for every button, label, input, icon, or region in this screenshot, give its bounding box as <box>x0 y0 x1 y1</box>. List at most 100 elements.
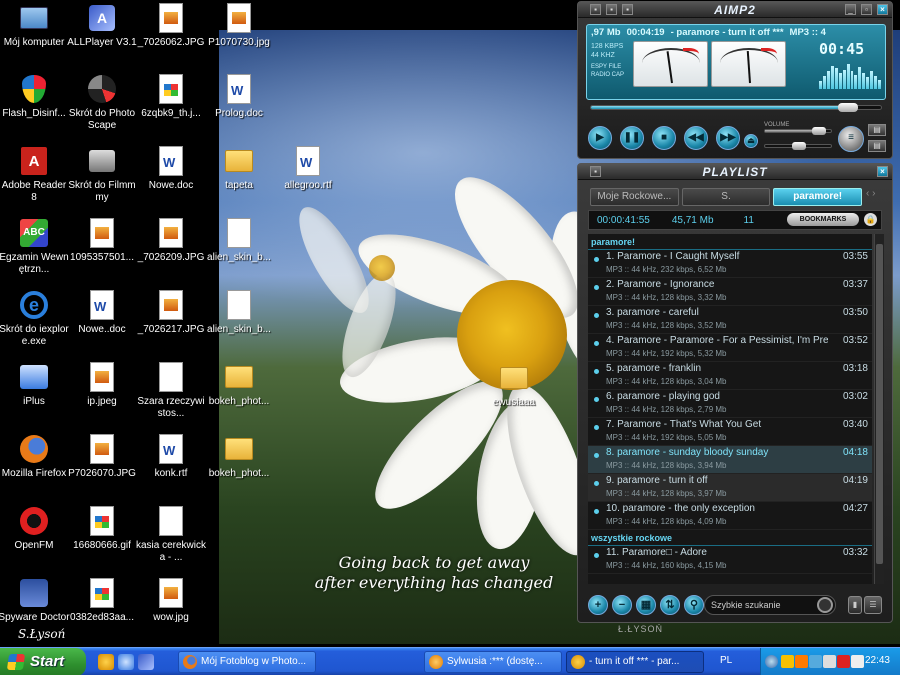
volume-icon[interactable] <box>851 655 864 668</box>
equalizer-icon[interactable]: ≡ <box>838 126 864 152</box>
add-files-button[interactable]: + <box>588 595 608 615</box>
list-view-icon[interactable]: ☰ <box>864 596 882 614</box>
desktop-icon-folder[interactable]: tapeta <box>203 145 275 192</box>
playlist-scrollbar[interactable] <box>874 234 884 584</box>
play-button[interactable]: ▶ <box>588 126 612 150</box>
playlist-track[interactable]: 8. paramore - sunday bloody sunday MP3 ::… <box>588 446 872 474</box>
menu-toggle-icon[interactable]: ▤ <box>868 140 886 152</box>
desktop-icon-file[interactable]: kasia cerekwicka - ... <box>135 505 207 564</box>
desktop-icon-file[interactable]: ip.jpeg <box>66 361 138 408</box>
tab-moje-rockowe[interactable]: Moje Rockowe... <box>590 188 679 206</box>
desktop-icon-iplus[interactable]: iPlus <box>0 361 70 408</box>
desktop-icon-filmmmy[interactable]: Skrót do Filmmmy <box>66 145 138 204</box>
aimp-titlebar[interactable]: ▪ ▪ ▪ AIMP2 _ ▫ × <box>578 2 892 18</box>
desktop-icon-iexplore[interactable]: e Skrót do iexplore.exe <box>0 289 70 348</box>
bookmarks-button[interactable]: BOOKMARKS <box>787 213 859 226</box>
desktop-icon-file[interactable]: alien_skin_b... <box>203 289 275 336</box>
time-display[interactable]: 00:45 <box>819 40 864 58</box>
desktop-icon-allplayer[interactable]: A ALLPlayer V3.1 <box>66 2 138 49</box>
desktop-icon-file[interactable]: _7026209.JPG <box>135 217 207 264</box>
tab-s[interactable]: S. <box>681 188 771 206</box>
task-firefox[interactable]: Mój Fotoblog w Photo... <box>178 651 316 673</box>
next-button[interactable]: ▶▶ <box>716 126 740 150</box>
language-indicator[interactable]: PL <box>720 655 732 666</box>
playlist-track[interactable]: 10. paramore - the only exception MP3 :: … <box>588 502 872 530</box>
minimize-to-tray-icon[interactable]: ▪ <box>606 4 617 15</box>
playlist-list[interactable]: paramore! 1. Paramore - I Caught Myself MP… <box>588 234 872 584</box>
desktop-icon-my-computer[interactable]: Mój komputer <box>0 2 70 49</box>
playlist-track[interactable]: 6. paramore - playing god MP3 :: 44 kHz, … <box>588 390 872 418</box>
desktop-icon-adobe-reader[interactable]: A Adobe Reader 8 <box>0 145 70 204</box>
balance-slider[interactable] <box>764 142 832 150</box>
desktop-icon-file[interactable]: 16680666.gif <box>66 505 138 552</box>
eject-button[interactable]: ⏏ <box>744 134 758 148</box>
tray-messenger-icon[interactable] <box>781 655 794 668</box>
previous-button[interactable]: ◀◀ <box>684 126 708 150</box>
playlist-track[interactable]: 9. paramore - turn it off MP3 :: 44 kHz, … <box>588 474 872 502</box>
tray-device-icon[interactable] <box>823 655 836 668</box>
desktop-icon-file[interactable]: Szara rzeczywistos... <box>135 361 207 420</box>
playlist-track[interactable]: 1. Paramore - I Caught Myself MP3 :: 44 k… <box>588 250 872 278</box>
sort-button[interactable]: ⇅ <box>660 595 680 615</box>
menu-icon[interactable]: ▪ <box>590 4 601 15</box>
remove-files-button[interactable]: − <box>612 595 632 615</box>
desktop-icon-egzamin[interactable]: ABC Egzamin Wewnętrzn... <box>0 217 70 276</box>
desktop-icon-file[interactable]: Prolog.doc <box>203 73 275 120</box>
playlist-track[interactable]: 2. Paramore - Ignorance MP3 :: 44 kHz, 12… <box>588 278 872 306</box>
tray-player-icon[interactable] <box>795 655 808 668</box>
tab-paramore[interactable]: paramore! <box>773 188 863 206</box>
playlist-track[interactable]: 4. Paramore - Paramore - For a Pessimist… <box>588 334 872 362</box>
desktop-icon-file[interactable]: _7026217.JPG <box>135 289 207 336</box>
desktop-icon-file[interactable]: Nowe..doc <box>66 289 138 336</box>
desktop-icon-file[interactable]: Nowe.doc <box>135 145 207 192</box>
desktop-icon-file[interactable]: P1070730.jpg <box>203 2 275 49</box>
playlist-track[interactable]: 5. paramore - franklin MP3 :: 44 kHz, 128… <box>588 362 872 390</box>
playlist-track[interactable]: 3. paramore - careful MP3 :: 44 kHz, 128 … <box>588 306 872 334</box>
minimize-icon[interactable]: _ <box>845 4 856 15</box>
task-aimp[interactable]: - turn it off *** - par... <box>566 651 704 673</box>
seek-bar[interactable] <box>590 103 882 112</box>
select-button[interactable]: ▦ <box>636 595 656 615</box>
desktop-icon-file[interactable]: wow.jpg <box>135 577 207 624</box>
playlist-titlebar[interactable]: ▪ PLAYLIST × <box>578 164 892 180</box>
desktop-icon-file[interactable]: _7026062.JPG <box>135 2 207 49</box>
quicklaunch-aimp-icon[interactable] <box>98 654 114 670</box>
search-icon[interactable] <box>817 597 833 613</box>
close-icon[interactable]: × <box>877 4 888 15</box>
playlist-group-header[interactable]: paramore! <box>588 234 872 250</box>
desktop-icon-file[interactable]: 6zqbk9_th.j... <box>135 73 207 120</box>
playlist-toggle-icon[interactable]: ▤ <box>868 124 886 136</box>
desktop-icon-openfm[interactable]: OpenFM <box>0 505 70 552</box>
desktop-icon-file[interactable]: alien_skin_b... <box>203 217 275 264</box>
playlist-group-header[interactable]: wszystkie rockowe <box>588 530 872 546</box>
desktop-icon-photoscape[interactable]: Skrót do PhotoScape <box>66 73 138 132</box>
volume-slider[interactable] <box>764 127 832 135</box>
desktop-icon-spyware-doctor[interactable]: Spyware Doctor <box>0 577 70 624</box>
quicklaunch-allplayer-icon[interactable] <box>118 654 134 670</box>
collapse-icon[interactable]: ▫ <box>861 4 872 15</box>
playlist-menu-icon[interactable]: ▪ <box>590 166 601 177</box>
desktop-icon-file[interactable]: P7026070.JPG <box>66 433 138 480</box>
pause-button[interactable]: ❚❚ <box>620 126 644 150</box>
tray-antivirus-icon[interactable] <box>837 655 850 668</box>
desktop-icon-flash-disinfector[interactable]: Flash_Disinf... <box>0 73 70 120</box>
lock-icon[interactable]: 🔒 <box>864 213 877 226</box>
desktop-icon-firefox[interactable]: Mozilla Firefox <box>0 433 70 480</box>
close-icon[interactable]: × <box>877 166 888 177</box>
desktop-icon-file[interactable]: allegroo.rtf <box>272 145 344 192</box>
balance-knob[interactable] <box>792 142 806 150</box>
desktop-icon-file[interactable]: konk.rtf <box>135 433 207 480</box>
task-im[interactable]: Sylwusia :*** (dostę... <box>424 651 562 673</box>
stop-button[interactable]: ■ <box>652 126 676 150</box>
quicklaunch-app-icon[interactable] <box>138 654 154 670</box>
quick-search-input[interactable]: Szybkie szukanie <box>704 595 836 615</box>
tray-back-icon[interactable] <box>765 655 778 668</box>
scrollbar-thumb[interactable] <box>876 244 883 564</box>
desktop-icon-file[interactable]: 0382ed83aa... <box>66 577 138 624</box>
seek-knob[interactable] <box>838 103 858 112</box>
playlist-track[interactable]: 11. Paramore□ - Adore MP3 :: 44 kHz, 160 … <box>588 546 872 574</box>
settings-icon[interactable]: ▪ <box>622 4 633 15</box>
tab-scroll-arrows-icon[interactable]: ‹ › <box>866 188 875 199</box>
view-mode-icon[interactable]: ▮ <box>848 596 862 614</box>
playlist-track[interactable]: 7. Paramore - That's What You Get MP3 :: … <box>588 418 872 446</box>
